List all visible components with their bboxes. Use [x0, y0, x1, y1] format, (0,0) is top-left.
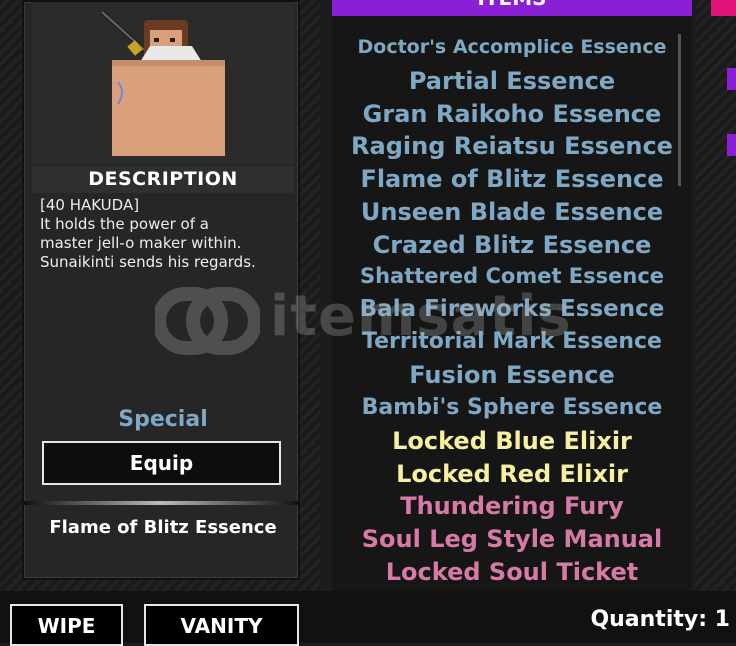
character-avatar-icon	[100, 10, 225, 156]
pink-tab-edge[interactable]	[711, 0, 736, 16]
item-entry[interactable]: Unseen Blade Essence	[332, 198, 692, 226]
side-marker	[727, 68, 736, 90]
item-entry[interactable]: Soul Leg Style Manual	[332, 525, 692, 553]
vanity-button[interactable]: VANITY	[144, 604, 299, 646]
items-scrollbar[interactable]	[678, 34, 681, 186]
description-text: [40 HAKUDA] It holds the power of a mast…	[40, 196, 296, 272]
item-entry[interactable]: Bala Fireworks Essence	[332, 296, 692, 322]
description-heading: DESCRIPTION	[32, 166, 294, 193]
item-entry[interactable]: Locked Red Elixir	[332, 460, 692, 488]
item-entry[interactable]: Locked Blue Elixir	[332, 427, 692, 455]
wipe-button[interactable]: WIPE	[10, 604, 123, 646]
right-background	[695, 0, 736, 643]
items-list[interactable]: Doctor's Accomplice Essence Partial Esse…	[332, 16, 692, 591]
item-preview-area	[32, 2, 294, 164]
description-line: Sunaikinti sends his regards.	[40, 253, 256, 271]
item-entry[interactable]: Territorial Mark Essence	[332, 329, 692, 354]
item-entry[interactable]: Raging Reiatsu Essence	[332, 132, 692, 160]
items-header: ITEMS	[332, 0, 692, 16]
item-entry[interactable]: Doctor's Accomplice Essence	[332, 36, 692, 58]
item-description-panel: DESCRIPTION [40 HAKUDA] It holds the pow…	[22, 0, 300, 580]
item-entry[interactable]: Locked Soul Ticket	[332, 558, 692, 586]
item-entry[interactable]: Flame of Blitz Essence	[332, 165, 692, 193]
divider	[24, 501, 298, 505]
item-entry[interactable]: Shattered Comet Essence	[332, 264, 692, 288]
items-header-label: ITEMS	[477, 0, 546, 10]
rarity-label: Special	[118, 407, 208, 432]
item-entry[interactable]: Gran Raikoho Essence	[332, 100, 692, 128]
equip-button[interactable]: Equip	[42, 441, 281, 485]
item-entry[interactable]: Bambi's Sphere Essence	[332, 395, 692, 420]
side-marker	[727, 134, 736, 156]
description-line: master jell-o maker within.	[40, 234, 242, 252]
item-entry[interactable]: Partial Essence	[332, 67, 692, 95]
item-entry[interactable]: Fusion Essence	[332, 361, 692, 389]
description-line: [40 HAKUDA]	[40, 196, 140, 214]
quantity-label: Quantity: 1	[590, 607, 730, 632]
item-entry[interactable]: Crazed Blitz Essence	[332, 231, 692, 259]
selected-item-name: Flame of Blitz Essence	[49, 517, 277, 538]
item-entry[interactable]: Thundering Fury	[332, 492, 692, 520]
description-line: It holds the power of a	[40, 215, 209, 233]
